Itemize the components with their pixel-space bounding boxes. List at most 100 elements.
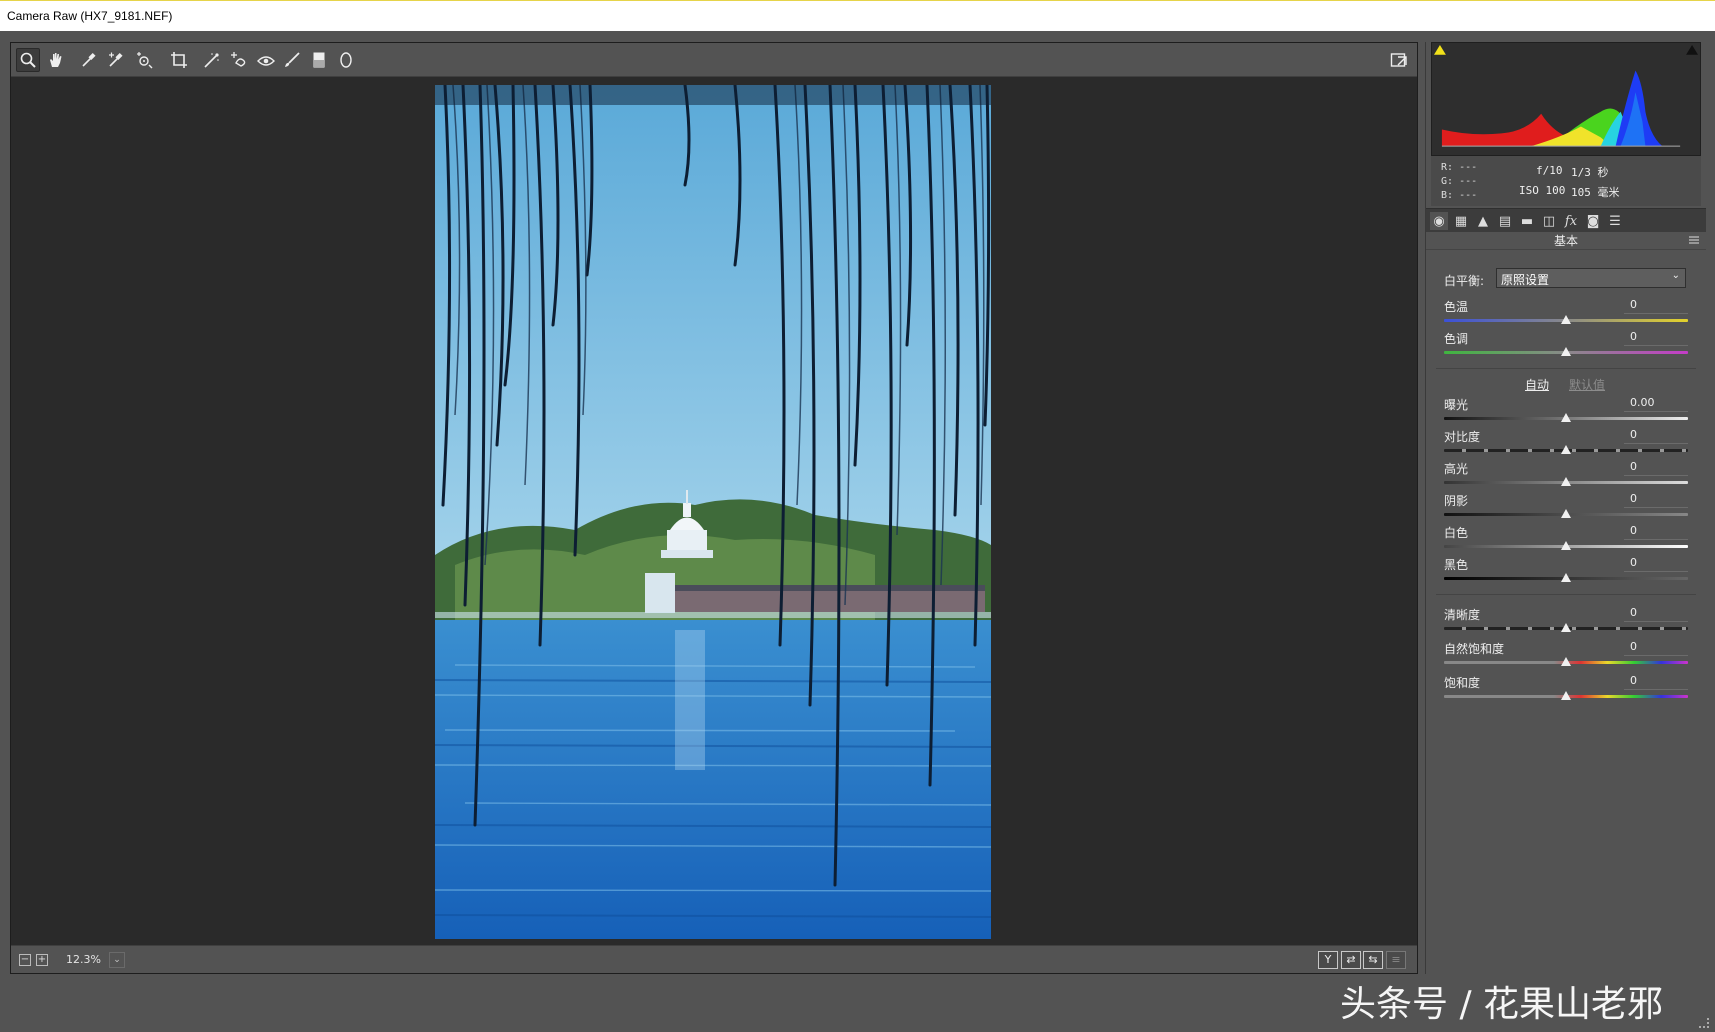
crop-tool-button[interactable] [167, 48, 191, 72]
zoom-out-button[interactable]: − [19, 954, 31, 966]
straighten-icon [204, 53, 219, 68]
slider-clarity: 清晰度 0 [1444, 606, 1688, 636]
slider-label: 色温 [1444, 300, 1469, 314]
hsl-icon: ▤ [1498, 213, 1512, 229]
slider-thumb[interactable] [1561, 541, 1571, 550]
slider-thumb[interactable] [1561, 657, 1571, 666]
slider-thumb[interactable] [1561, 573, 1571, 582]
slider-thumb[interactable] [1561, 691, 1571, 700]
slider-label: 饱和度 [1444, 676, 1481, 690]
window-titlebar: Camera Raw (HX7_9181.NEF) [0, 0, 1715, 31]
red-eye-icon [257, 56, 275, 66]
panel-tab-bar: ◉ ▦ ▲ ▤ ▬ ◫ fx ◙ ☰ [1426, 208, 1706, 232]
highlight-clipping-warning-icon[interactable] [1686, 44, 1699, 55]
resize-grip-icon[interactable] [1699, 1018, 1709, 1028]
white-balance-select[interactable]: 原照设置 ⌄ [1496, 268, 1686, 288]
zoom-dropdown[interactable]: ⌄ [109, 952, 125, 968]
presets-icon: ☰ [1609, 213, 1621, 229]
slider-thumb[interactable] [1561, 509, 1571, 518]
slider-value-input[interactable]: 0 [1624, 524, 1688, 540]
rgb-readout-r: R: --- [1441, 162, 1478, 173]
slider-thumb[interactable] [1561, 413, 1571, 422]
zoom-in-button[interactable]: + [36, 954, 48, 966]
watermark-text: 头条号 / 花果山老邪 [1340, 984, 1664, 1025]
default-tone-link[interactable]: 默认值 [1569, 376, 1605, 393]
slider-value-input[interactable]: 0 [1624, 556, 1688, 572]
histogram [1431, 42, 1701, 156]
chevron-down-icon: ⌄ [1671, 270, 1680, 281]
slider-label: 色调 [1444, 332, 1469, 346]
eyedropper-plus-icon [109, 52, 123, 67]
before-after-toggle-button[interactable]: Y [1318, 951, 1338, 969]
magnifier-icon [20, 52, 36, 68]
targeted-adjustment-tool-button[interactable] [132, 48, 156, 72]
exif-aperture: f/10 [1536, 164, 1563, 177]
slider-exposure: 曝光 0.00 [1444, 396, 1688, 426]
tool-bar [11, 43, 1417, 77]
slider-label: 自然饱和度 [1444, 642, 1505, 656]
ellipse-icon [340, 52, 352, 68]
tab-camera-calibration[interactable]: ◙ [1584, 212, 1602, 230]
shadow-clipping-warning-icon[interactable] [1433, 44, 1446, 55]
target-icon [137, 52, 153, 69]
fullscreen-toggle-button[interactable] [1387, 48, 1411, 72]
rgb-readout-g: G: --- [1441, 176, 1478, 187]
fullscreen-toggle-icon [1390, 53, 1407, 67]
photo-preview[interactable] [435, 85, 991, 939]
slider-label: 黑色 [1444, 558, 1469, 572]
white-balance-tool-button[interactable] [77, 48, 101, 72]
hand-tool-button[interactable] [44, 48, 68, 72]
slider-saturation: 饱和度 0 [1444, 674, 1688, 704]
adjustment-brush-tool-button[interactable] [280, 48, 304, 72]
exif-shutter: 1/3 秒 [1571, 166, 1609, 179]
tab-presets[interactable]: ☰ [1606, 212, 1624, 230]
auto-default-row: 自动 默认值 [1426, 376, 1706, 392]
tab-split-toning[interactable]: ▬ [1518, 212, 1536, 230]
red-eye-tool-button[interactable] [254, 48, 278, 72]
detail-icon: ▲ [1478, 213, 1488, 229]
slider-label: 白色 [1444, 526, 1469, 540]
tab-detail[interactable]: ▲ [1474, 212, 1492, 230]
slider-value-input[interactable]: 0 [1624, 460, 1688, 476]
slider-value-input[interactable]: 0 [1624, 606, 1688, 622]
hand-icon [50, 53, 62, 67]
slider-vibrance: 自然饱和度 0 [1444, 640, 1688, 670]
zoom-level: 12.3% [66, 953, 101, 966]
divider [1436, 594, 1696, 595]
slider-value-input[interactable]: 0 [1624, 674, 1688, 690]
slider-thumb[interactable] [1561, 623, 1571, 632]
spot-removal-tool-button[interactable] [227, 48, 251, 72]
radial-filter-tool-button[interactable] [334, 48, 358, 72]
preview-area: − + 12.3% ⌄ Y ⇄ ⇆ ≡ [10, 42, 1418, 974]
auto-tone-link[interactable]: 自动 [1525, 376, 1549, 393]
slider-value-input[interactable]: 0 [1624, 330, 1688, 346]
slider-value-input[interactable]: 0 [1624, 428, 1688, 444]
tab-tone-curve[interactable]: ▦ [1452, 212, 1470, 230]
slider-tint: 色调 0 [1444, 330, 1688, 360]
slider-blacks: 黑色 0 [1444, 556, 1688, 586]
swap-settings-button[interactable]: ⇄ [1341, 951, 1361, 969]
slider-thumb[interactable] [1561, 445, 1571, 454]
slider-value-input[interactable]: 0 [1624, 298, 1688, 314]
copy-settings-button[interactable]: ⇆ [1363, 951, 1383, 969]
toggle-settings-button[interactable]: ≡ [1386, 951, 1406, 969]
slider-thumb[interactable] [1561, 315, 1571, 324]
camera-calibration-icon: ◙ [1586, 213, 1600, 229]
slider-value-input[interactable]: 0 [1624, 492, 1688, 508]
color-sampler-tool-button[interactable] [104, 48, 128, 72]
slider-value-input[interactable]: 0 [1624, 640, 1688, 656]
slider-temperature: 色温 0 [1444, 298, 1688, 328]
tab-effects[interactable]: fx [1562, 212, 1580, 230]
graduated-filter-tool-button[interactable] [307, 48, 331, 72]
panel-menu-icon[interactable] [1689, 235, 1699, 245]
tab-lens-corrections[interactable]: ◫ [1540, 212, 1558, 230]
slider-thumb[interactable] [1561, 347, 1571, 356]
zoom-tool-button[interactable] [16, 48, 40, 72]
straighten-tool-button[interactable] [200, 48, 224, 72]
status-bar: − + 12.3% ⌄ Y ⇄ ⇆ ≡ [11, 945, 1417, 973]
eyedropper-icon [82, 52, 96, 67]
slider-thumb[interactable] [1561, 477, 1571, 486]
tab-basic[interactable]: ◉ [1430, 212, 1448, 230]
tab-hsl[interactable]: ▤ [1496, 212, 1514, 230]
slider-value-input[interactable]: 0.00 [1624, 396, 1688, 412]
